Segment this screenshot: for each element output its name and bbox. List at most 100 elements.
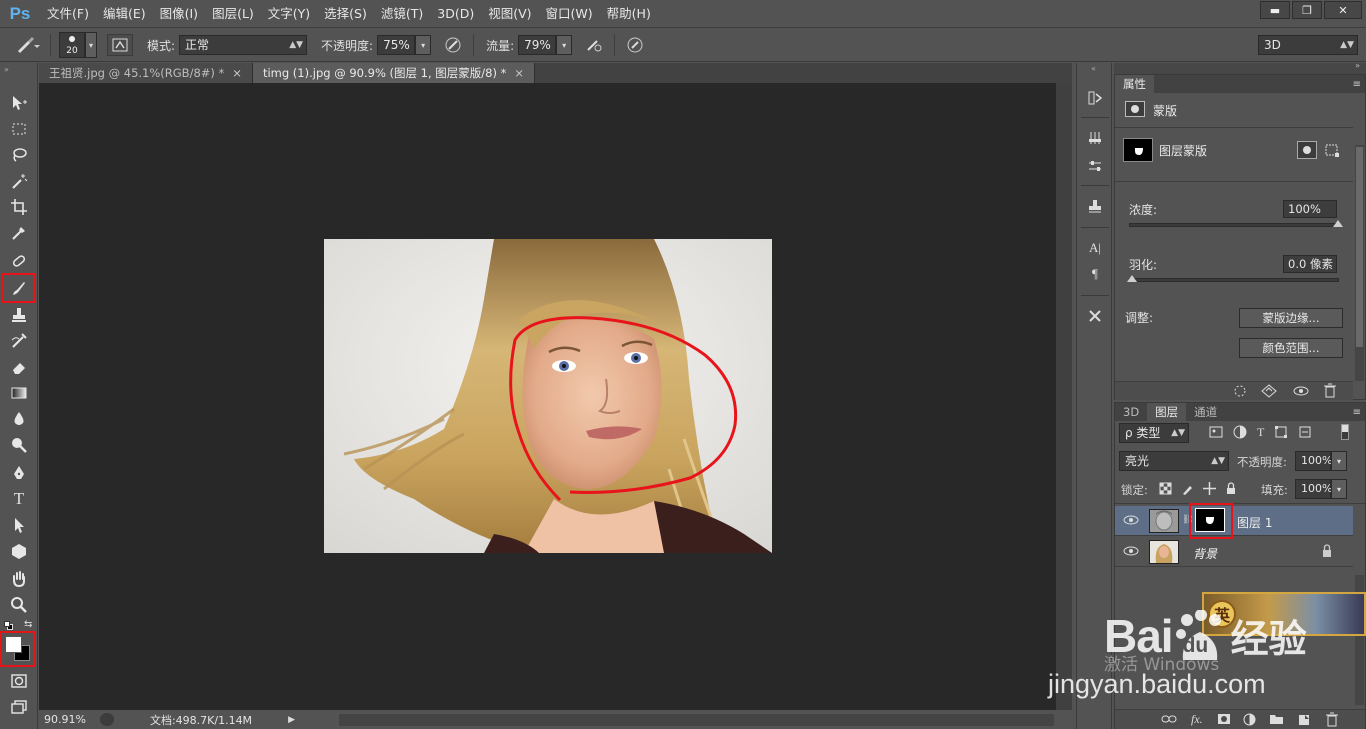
collapse-icon[interactable]: « — [1091, 64, 1096, 73]
tab-3d[interactable]: 3D — [1115, 403, 1147, 421]
flow-dropdown[interactable]: ▾ — [556, 35, 573, 55]
move-tool-icon[interactable] — [6, 91, 32, 115]
pressure-size-icon[interactable] — [623, 36, 647, 54]
blend-mode-select[interactable]: 亮光 ▲▼ — [1119, 451, 1229, 471]
gradient-tool-icon[interactable] — [6, 381, 32, 405]
color-range-button[interactable]: 颜色范围... — [1239, 338, 1343, 358]
brush-size-picker[interactable]: 20 — [59, 32, 85, 58]
menu-3d[interactable]: 3D(D) — [430, 0, 481, 28]
opacity-input[interactable]: 75% — [377, 35, 416, 55]
healing-brush-tool-icon[interactable] — [6, 249, 32, 273]
color-swatches[interactable] — [0, 631, 36, 667]
path-selection-tool-icon[interactable] — [6, 513, 32, 537]
adjustments-panel-icon[interactable] — [1083, 155, 1107, 177]
filter-shape-icon[interactable] — [1274, 425, 1288, 442]
lock-all-icon[interactable] — [1225, 482, 1237, 498]
menu-window[interactable]: 窗口(W) — [539, 0, 600, 28]
crop-tool-icon[interactable] — [6, 195, 32, 219]
brush-tool-icon[interactable] — [2, 273, 36, 303]
paragraph-panel-icon[interactable]: ¶ — [1083, 263, 1107, 285]
character-panel-icon[interactable]: A| — [1083, 237, 1107, 259]
hand-tool-icon[interactable] — [6, 567, 32, 591]
density-input[interactable]: 100% — [1283, 200, 1337, 218]
menu-image[interactable]: 图像(I) — [153, 0, 205, 28]
layer-filter-select[interactable]: ρ 类型 ▲▼ — [1119, 423, 1189, 443]
delete-layer-icon[interactable] — [1325, 712, 1339, 729]
menu-help[interactable]: 帮助(H) — [600, 0, 658, 28]
flow-input[interactable]: 79% — [518, 35, 557, 55]
status-share-icon[interactable] — [99, 713, 114, 726]
add-mask-icon[interactable] — [1217, 713, 1231, 728]
blur-tool-icon[interactable] — [6, 407, 32, 431]
layer-mask-thumbnail-highlight[interactable] — [1189, 503, 1233, 539]
brush-panel-icon[interactable] — [107, 34, 133, 56]
tab-channels[interactable]: 通道 — [1186, 403, 1225, 421]
workspace-select[interactable]: 3D ▲▼ — [1258, 35, 1358, 55]
default-colors-icon[interactable] — [4, 621, 13, 630]
fill-dropdown[interactable]: ▾ — [1331, 479, 1347, 499]
layers-scrollbar[interactable] — [1355, 575, 1364, 705]
trash-icon[interactable] — [1323, 383, 1337, 401]
vector-mask-button[interactable] — [1323, 141, 1343, 159]
foreground-color-swatch[interactable] — [5, 636, 22, 653]
brush-preset-icon[interactable] — [12, 35, 42, 55]
document-image[interactable] — [324, 239, 772, 553]
tool-presets-icon[interactable] — [1083, 305, 1107, 327]
filter-type-icon[interactable]: T — [1257, 425, 1264, 442]
lock-position-icon[interactable] — [1203, 482, 1216, 498]
shape-tool-icon[interactable] — [6, 539, 32, 563]
feather-slider[interactable] — [1127, 275, 1339, 282]
apply-mask-icon[interactable] — [1261, 384, 1277, 401]
menu-file[interactable]: 文件(F) — [40, 0, 96, 28]
layer-row-background[interactable]: 背景 — [1115, 537, 1353, 567]
zoom-tool-icon[interactable] — [6, 593, 32, 617]
load-selection-icon[interactable] — [1233, 384, 1247, 401]
filter-smart-object-icon[interactable] — [1298, 425, 1312, 442]
close-button[interactable]: ✕ — [1324, 1, 1362, 19]
density-slider[interactable] — [1129, 220, 1343, 227]
close-icon[interactable]: × — [232, 66, 242, 80]
panel-menu-icon[interactable]: ≡ — [1353, 407, 1361, 418]
feather-slider-thumb[interactable] — [1127, 275, 1137, 282]
clone-stamp-tool-icon[interactable] — [6, 303, 32, 327]
lock-transparent-icon[interactable] — [1159, 482, 1172, 498]
restore-button[interactable]: ❐ — [1292, 1, 1322, 19]
lasso-tool-icon[interactable] — [6, 143, 32, 167]
lock-pixels-icon[interactable] — [1181, 482, 1194, 498]
pressure-opacity-icon[interactable] — [441, 36, 465, 54]
quick-mask-icon[interactable] — [6, 669, 32, 693]
link-layers-icon[interactable] — [1161, 713, 1177, 728]
eyedropper-tool-icon[interactable] — [6, 221, 32, 245]
layer-opacity-input[interactable]: 100% — [1295, 451, 1332, 471]
layer-opacity-dropdown[interactable]: ▾ — [1331, 451, 1347, 471]
menu-filter[interactable]: 滤镜(T) — [374, 0, 430, 28]
marquee-tool-icon[interactable] — [6, 117, 32, 141]
zoom-level[interactable]: 90.91% — [44, 713, 86, 726]
menu-layer[interactable]: 图层(L) — [205, 0, 261, 28]
screen-mode-icon[interactable] — [6, 695, 32, 719]
mode-select[interactable]: 正常 ▲▼ — [179, 35, 308, 55]
layer-name[interactable]: 图层 1 — [1237, 514, 1272, 531]
vertical-scrollbar[interactable] — [1056, 83, 1072, 710]
visibility-eye-icon[interactable] — [1293, 384, 1309, 401]
menu-select[interactable]: 选择(S) — [317, 0, 374, 28]
visibility-eye-icon[interactable] — [1123, 545, 1139, 560]
swap-colors-icon[interactable]: ⇆ — [24, 619, 32, 630]
fill-input[interactable]: 100% — [1295, 479, 1332, 499]
close-icon[interactable]: × — [514, 66, 524, 80]
pen-tool-icon[interactable] — [6, 461, 32, 485]
properties-scrollbar[interactable] — [1355, 145, 1364, 381]
layer-name[interactable]: 背景 — [1193, 545, 1217, 562]
mask-edge-button[interactable]: 蒙版边缘... — [1239, 308, 1343, 328]
collapse-icon[interactable]: » — [4, 65, 9, 74]
brush-size-dropdown[interactable]: ▾ — [85, 32, 97, 58]
tab-document-2[interactable]: timg (1).jpg @ 90.9% (图层 1, 图层蒙版/8) * × — [252, 63, 536, 83]
magic-wand-tool-icon[interactable] — [6, 169, 32, 193]
status-menu-icon[interactable]: ▶ — [288, 715, 295, 725]
opacity-dropdown[interactable]: ▾ — [415, 35, 432, 55]
menu-edit[interactable]: 编辑(E) — [96, 0, 153, 28]
tab-document-1[interactable]: 王祖贤.jpg @ 45.1%(RGB/8#) * × — [39, 63, 253, 83]
new-adjustment-icon[interactable] — [1243, 713, 1256, 729]
dodge-tool-icon[interactable] — [6, 433, 32, 457]
pixel-mask-button[interactable] — [1297, 141, 1317, 159]
